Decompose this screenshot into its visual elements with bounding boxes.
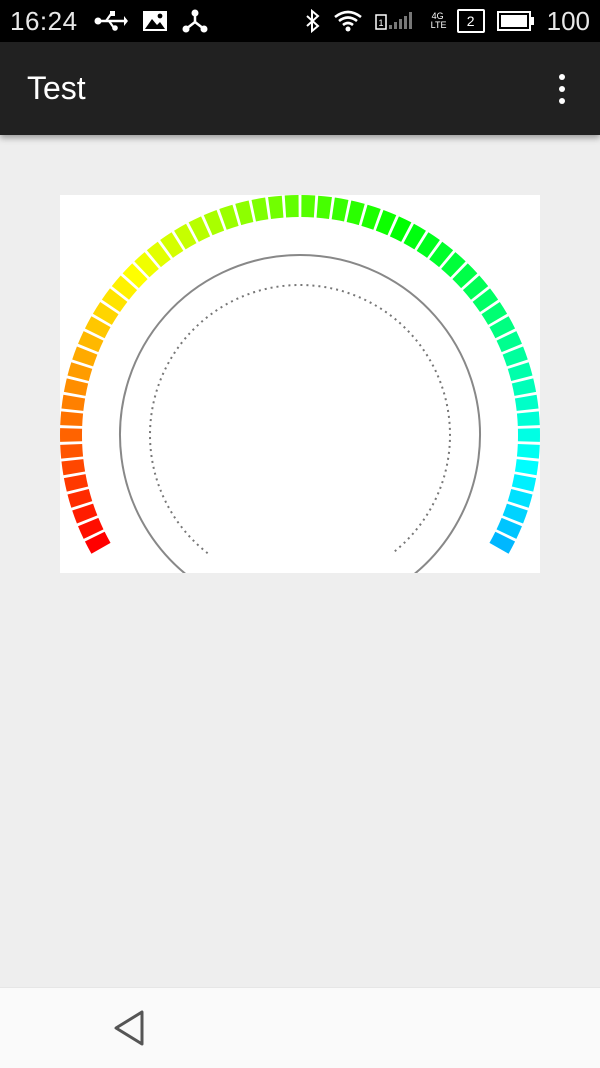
sim-signal-icon: 1 (374, 12, 412, 30)
gauge-segment (60, 443, 84, 459)
sim2-label: 2 (466, 13, 475, 29)
gauge-segment (60, 428, 83, 442)
app-title: Test (27, 70, 86, 106)
status-time: 16:24 (10, 5, 78, 36)
gauge-segment (507, 362, 533, 381)
gauge-segment (511, 378, 537, 396)
gauge-segment (316, 195, 332, 219)
image-icon (142, 11, 167, 31)
gauge-segment (507, 489, 533, 508)
network-type-label: 4G LTE (430, 11, 447, 30)
gauge-inner-dotted-track (149, 284, 451, 554)
back-triangle-icon[interactable] (108, 1006, 152, 1050)
gauge-segment (514, 459, 539, 476)
app-bar: Test (0, 42, 600, 135)
svg-text:1: 1 (378, 18, 383, 28)
color-gauge (60, 195, 540, 573)
gauge-segment (511, 474, 537, 492)
gauge-segment (268, 195, 284, 219)
gauge-segment (514, 394, 539, 411)
gauge-segment (63, 378, 89, 396)
gauge-segment (61, 459, 86, 476)
bluetooth-icon (305, 9, 320, 33)
gauge-segment (284, 195, 299, 218)
gauge-outer-track (119, 254, 481, 573)
gauge-segment (301, 195, 316, 218)
sim2-icon: 2 (456, 9, 485, 33)
gauge-segment (60, 411, 84, 427)
gauge-segment (517, 428, 540, 442)
gauge-segment (346, 200, 365, 226)
gauge-segment (63, 474, 89, 492)
navigation-bar (0, 987, 600, 1068)
wifi-icon (333, 10, 362, 32)
usb-icon (94, 11, 128, 31)
gauge-segment (67, 489, 93, 508)
notification-icons (94, 9, 208, 33)
system-icons: 1 4G LTE 2 100 (305, 6, 590, 37)
gauge-card (60, 195, 540, 573)
battery-percentage: 100 (546, 5, 590, 36)
gauge-segment (516, 443, 540, 459)
gauge-segment (516, 411, 540, 427)
battery-icon (496, 11, 534, 31)
share-hub-icon (182, 9, 208, 33)
gauge-segment (331, 197, 349, 222)
gauge-segment (251, 197, 269, 222)
gauge-segment (67, 362, 93, 381)
more-vert-icon[interactable] (550, 74, 574, 104)
gauge-segment (235, 200, 254, 226)
gauge-segment (61, 394, 86, 411)
status-bar: 16:24 1 4G LTE 2 100 (0, 0, 600, 42)
